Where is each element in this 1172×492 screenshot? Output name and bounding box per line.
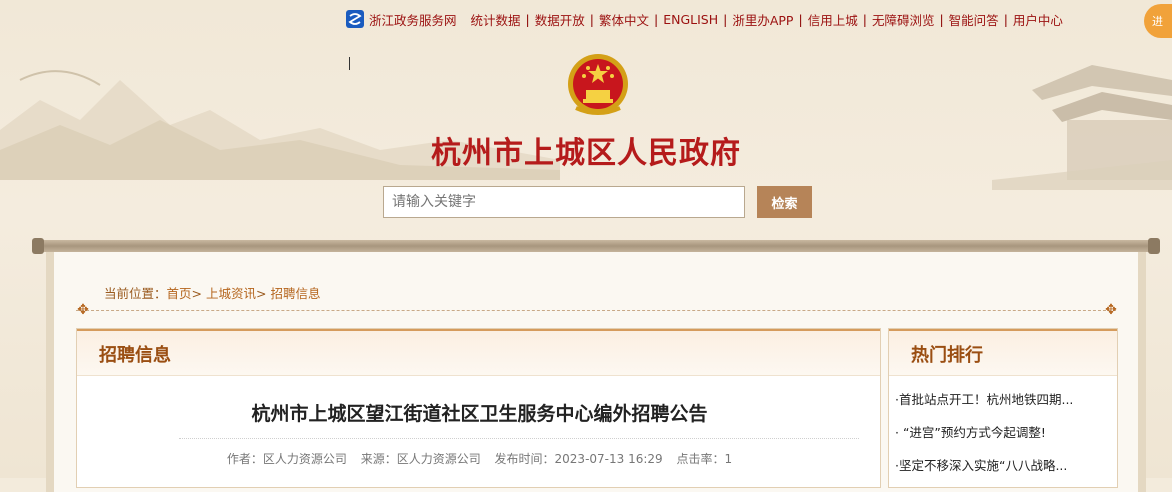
article-title: 杭州市上城区望江街道社区卫生服务中心编外招聘公告 xyxy=(251,403,708,425)
nav-traditional-chinese[interactable]: 繁体中文 xyxy=(599,10,649,29)
nav-separator: | xyxy=(1003,11,1008,27)
ornament-icon: ✥ xyxy=(1105,302,1117,318)
breadcrumb-home[interactable]: 首页 xyxy=(167,286,192,301)
scroll-rod-decoration xyxy=(32,238,1160,254)
breadcrumb-section[interactable]: 上城资讯 xyxy=(206,286,256,301)
breadcrumb-prefix: 当前位置： xyxy=(104,286,167,301)
article-author: 作者：区人力资源公司 xyxy=(226,452,347,466)
hot-ranking-list: ·首批站点开工！杭州地铁四期... · “进宫”预约方式今起调整! ·坚定不移深… xyxy=(895,389,1073,488)
search-input[interactable] xyxy=(383,186,745,218)
nav-zlb-app[interactable]: 浙里办APP xyxy=(732,10,793,29)
nav-separator xyxy=(462,12,466,27)
nav-separator: | xyxy=(939,11,944,27)
top-navigation: 浙江政务服务网 统计数据 | 数据开放 | 繁体中文 | ENGLISH | 浙… xyxy=(346,8,1063,30)
hot-ranking-item[interactable]: ·坚定不移深入实施“八八战略... xyxy=(895,455,1073,488)
article-source: 来源：区人力资源公司 xyxy=(360,452,481,466)
breadcrumb: 当前位置：首页> 上城资讯> 招聘信息 xyxy=(104,283,321,302)
nav-separator: | xyxy=(653,11,659,27)
nav-zjzwfw[interactable]: 浙江政务服务网 xyxy=(369,10,457,29)
article-title-divider xyxy=(179,438,859,439)
hot-ranking-item[interactable]: ·首批站点开工！杭州地铁四期... xyxy=(895,389,1073,422)
article-panel: 招聘信息 杭州市上城区望江街道社区卫生服务中心编外招聘公告 作者：区人力资源公司… xyxy=(76,328,881,488)
nav-statistics[interactable]: 统计数据 xyxy=(471,10,521,29)
nav-data-open[interactable]: 数据开放 xyxy=(535,10,585,29)
search-button[interactable]: 检索 xyxy=(757,186,812,218)
site-title: 杭州市上城区人民政府 xyxy=(431,136,741,171)
nav-user-center[interactable]: 用户中心 xyxy=(1013,10,1063,29)
nav-separator: | xyxy=(723,11,728,27)
breadcrumb-sep: > xyxy=(256,286,267,301)
nav-separator: | xyxy=(525,11,530,27)
ornament-icon: ✥ xyxy=(77,302,89,318)
nav-separator: | xyxy=(862,11,867,27)
national-emblem-icon xyxy=(568,54,628,115)
breadcrumb-sep: > xyxy=(191,286,203,301)
nav-accessibility[interactable]: 无障碍浏览 xyxy=(872,10,935,29)
nav-smart-qa[interactable]: 智能问答 xyxy=(949,10,999,29)
article-panel-header xyxy=(77,329,880,376)
article-panel-heading: 招聘信息 xyxy=(99,345,171,366)
hot-ranking-item[interactable]: · “进宫”预约方式今起调整! xyxy=(895,422,1073,455)
login-badge-label: 进 xyxy=(1152,15,1163,28)
hot-ranking-heading: 热门排行 xyxy=(911,345,983,366)
nav-english[interactable]: ENGLISH xyxy=(663,12,718,27)
text-cursor xyxy=(349,57,350,70)
article-published: 发布时间：2023-07-13 16:29 xyxy=(494,452,663,466)
breadcrumb-current[interactable]: 招聘信息 xyxy=(270,286,320,301)
nav-separator: | xyxy=(798,11,803,27)
nav-credit-shangcheng[interactable]: 信用上城 xyxy=(808,10,858,29)
zhejiang-gov-logo-icon xyxy=(346,10,364,28)
breadcrumb-divider xyxy=(76,310,1116,312)
nav-separator: | xyxy=(589,11,594,27)
login-badge[interactable]: 进 xyxy=(1144,4,1172,38)
article-clicks: 点击率：1 xyxy=(676,452,733,466)
hot-ranking-panel: 热门排行 ·首批站点开工！杭州地铁四期... · “进宫”预约方式今起调整! ·… xyxy=(888,328,1118,488)
article-meta: 作者：区人力资源公司 来源：区人力资源公司 发布时间：2023-07-13 16… xyxy=(77,450,882,467)
